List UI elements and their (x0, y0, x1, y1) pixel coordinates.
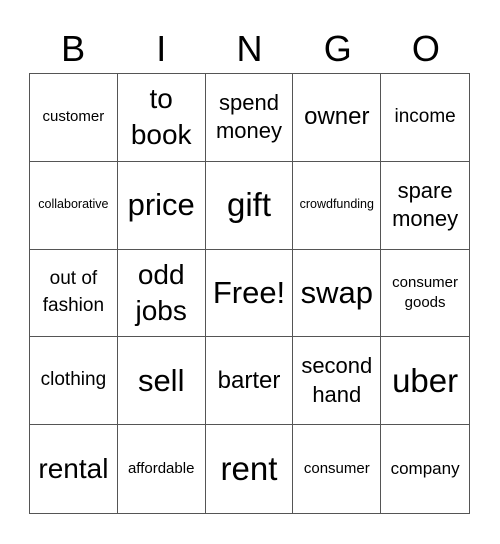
bingo-cell: consumer (293, 425, 382, 513)
bingo-cell: barter (205, 337, 294, 426)
bingo-cell: price (117, 161, 206, 250)
bingo-cell: uber (381, 337, 469, 426)
bingo-grid: customer to book spend money owner incom… (29, 73, 470, 514)
bingo-cell: owner (293, 74, 382, 162)
bingo-cell: to book (117, 74, 206, 162)
bingo-cell: collaborative (30, 161, 118, 250)
bingo-cell: consumer goods (381, 250, 469, 338)
bingo-cell: swap (293, 249, 382, 338)
bingo-cell: odd jobs (117, 249, 206, 338)
bingo-cell: clothing (30, 337, 118, 426)
bingo-cell: income (381, 74, 469, 162)
bingo-cell: company (390, 458, 460, 478)
bingo-cell: gift (205, 161, 294, 250)
bingo-cell free-space: Free! (205, 249, 294, 338)
bingo-cell: rental (30, 425, 118, 513)
header-letter-n: N (236, 28, 263, 69)
bingo-cell: second hand (293, 337, 382, 426)
bingo-cell: sell (117, 337, 206, 426)
bingo-cell: spend money (205, 74, 294, 162)
bingo-cell: out of fashion (30, 249, 118, 338)
header-letter-i: I (156, 28, 167, 69)
bingo-header: B I N G O (29, 26, 470, 72)
bingo-cell: spare money (381, 162, 469, 250)
header-letter-g: G (323, 28, 352, 69)
bingo-cell: customer (30, 74, 118, 162)
bingo-cell: affordable (118, 425, 206, 513)
bingo-cell: rent (206, 425, 294, 513)
header-letter-b: B (61, 28, 86, 69)
bingo-cell: crowdfunding (293, 161, 382, 250)
header-letter-o: O (411, 28, 440, 69)
